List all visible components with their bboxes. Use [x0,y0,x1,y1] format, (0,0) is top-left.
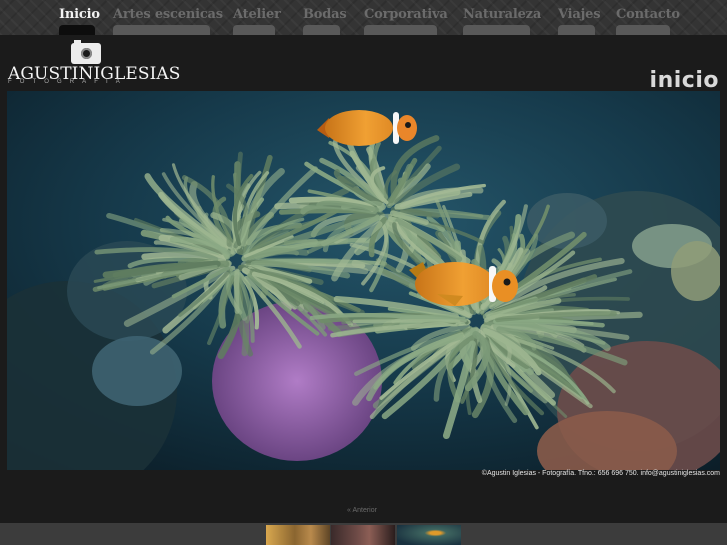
nav-item-label: Bodas [303,7,347,22]
photo-caption: ©Agustin Iglesias - Fotografía. Tfno.: 6… [481,470,720,477]
nav-item-inicio[interactable]: Inicio [59,0,100,35]
nav-item-label: Viajes [558,7,601,22]
nav-tab-indicator [558,25,595,35]
thumbnail-strip [0,523,727,545]
nav-item-label: Corporativa [364,7,448,22]
nav-item-viajes[interactable]: Viajes [558,0,601,35]
nav-tab-indicator [233,25,275,35]
thumbnail-2[interactable] [331,525,395,545]
nav-tab-indicator [463,25,530,35]
nav-tab-indicator [616,25,670,35]
clownfish-anemone-photo [7,91,720,470]
logo-tagline: FOTOGRAFIA [8,79,128,85]
nav-item-bodas[interactable]: Bodas [303,0,347,35]
nav-tab-indicator [364,25,437,35]
thumbnail-1[interactable] [266,525,330,545]
anemone-tentacle [233,268,240,314]
nav-item-label: Inicio [59,7,100,22]
main-nav: Inicio Artes escenicas Atelier Bodas Cor… [0,0,727,35]
previous-link[interactable]: « Anterior [347,507,377,514]
site-logo[interactable]: AGUSTINIGLESIAS FOTOGRAFIA [8,40,180,85]
nav-item-corporativa[interactable]: Corporativa [364,0,448,35]
main-photo [7,91,720,470]
nav-item-artes-escenicas[interactable]: Artes escenicas [113,0,223,35]
nav-item-naturaleza[interactable]: Naturaleza [463,0,541,35]
nav-item-label: Naturaleza [463,7,542,22]
thumbnail-3[interactable] [397,525,461,545]
nav-item-label: Artes escenicas [113,7,223,22]
nav-item-atelier[interactable]: Atelier [233,0,281,35]
nav-tab-indicator [113,25,210,35]
page-title: inicio [649,68,719,93]
nav-tab-indicator [59,25,95,35]
nav-tab-indicator [303,25,340,35]
nav-item-label: Atelier [233,7,281,22]
nav-item-contacto[interactable]: Contacto [616,0,680,35]
nav-item-label: Contacto [616,7,680,22]
camera-icon [71,40,101,64]
